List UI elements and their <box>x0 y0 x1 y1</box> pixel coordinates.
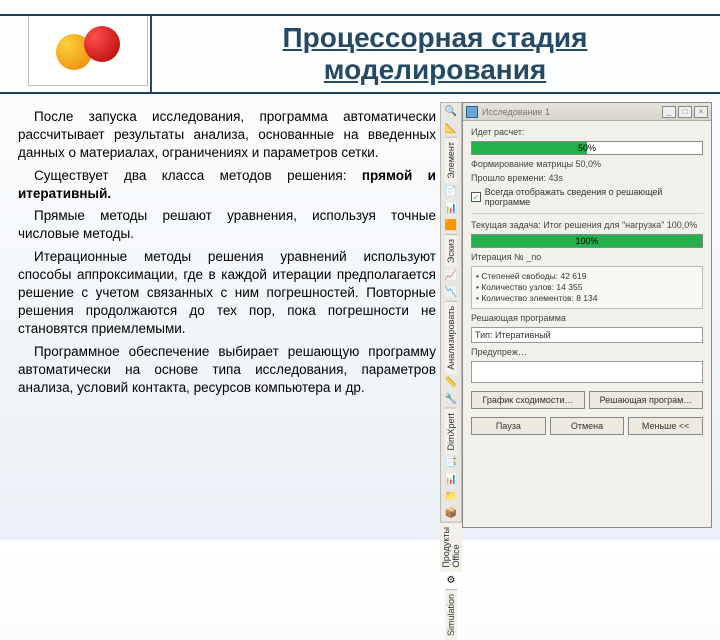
bar-icon[interactable]: 📊 <box>443 474 459 485</box>
vtool-element-label[interactable]: Элемент <box>445 137 457 183</box>
para-4: Итерационные методы решения уравнений ис… <box>18 248 436 339</box>
folder-icon[interactable]: 📁 <box>443 491 459 502</box>
dialog-title: Исследование 1 <box>482 107 550 117</box>
maximize-button[interactable]: □ <box>678 106 692 118</box>
progress-bar-1: 50% <box>471 141 703 155</box>
progress-bar-2: 100% <box>471 234 703 248</box>
geometry-icon[interactable]: 📐 <box>443 123 459 134</box>
solver-type-field: Тип: Итеративный <box>471 327 703 343</box>
sheet-icon[interactable]: 📑 <box>443 457 459 468</box>
always-show-label: Всегда отображать сведения о решающей пр… <box>485 187 703 207</box>
wrench-icon[interactable]: 🔧 <box>443 394 459 405</box>
package-icon[interactable]: 📦 <box>443 508 459 519</box>
graph-down-icon[interactable]: 📉 <box>443 287 459 298</box>
always-show-row[interactable]: ✓ Всегда отображать сведения о решающей … <box>471 187 703 207</box>
gear-icon[interactable]: ⚙ <box>443 575 459 586</box>
solver-heading: Решающая программа <box>471 313 703 323</box>
iteration-label: Итерация № _no <box>471 252 703 262</box>
convergence-graph-button[interactable]: График сходимости… <box>471 391 585 409</box>
solver-settings-button[interactable]: Решающая програм… <box>589 391 703 409</box>
dialog-body: Идет расчет: 50% Формирование матрицы 50… <box>463 121 711 527</box>
stat-elements: • Количество элементов: 8 134 <box>476 293 698 304</box>
task-label: Текущая задача: Итог решения для "нагруз… <box>471 220 703 230</box>
warnings-label: Предупреж… <box>471 347 703 357</box>
vtool-sketch-label[interactable]: Эскиз <box>445 234 457 267</box>
elapsed-label: Прошло времени: 43s <box>471 173 703 183</box>
vtool-element[interactable]: 🔍 📐 Элемент 📄 📊 🟧 Эскиз 📈 📉 Анализироват… <box>440 102 462 528</box>
progress-text-2: 100% <box>472 235 702 247</box>
cancel-button[interactable]: Отмена <box>550 417 625 435</box>
matrix-label: Формирование матрицы 50,0% <box>471 159 703 169</box>
doc-icon[interactable]: 📄 <box>443 186 459 197</box>
graph-up-icon[interactable]: 📈 <box>443 270 459 281</box>
vtool-dimxpert-label[interactable]: DimXpert <box>445 408 457 455</box>
solver-dialog: Исследование 1 _ □ × Идет расчет: 50% Фо… <box>462 102 712 528</box>
para-5: Программное обеспечение выбирает решающу… <box>18 343 436 398</box>
ruler-icon[interactable]: 📏 <box>443 377 459 388</box>
progress-text-1: 50% <box>472 142 702 154</box>
warnings-field <box>471 361 703 383</box>
slide-header: Процессорная стадия моделирования <box>0 14 720 94</box>
less-button[interactable]: Меньше << <box>628 417 703 435</box>
app-screenshot: 🔍 📐 Элемент 📄 📊 🟧 Эскиз 📈 📉 Анализироват… <box>440 102 712 528</box>
para-1: После запуска исследования, программа ав… <box>18 108 436 163</box>
solving-label: Идет расчет: <box>471 127 703 137</box>
vtool-office-label[interactable]: Продукты Office <box>440 522 462 572</box>
chart-icon[interactable]: 📊 <box>443 203 459 214</box>
stat-nodes: • Количество узлов: 14 355 <box>476 282 698 293</box>
block-icon[interactable]: 🟧 <box>443 220 459 231</box>
slide-title: Процессорная стадия моделирования <box>170 22 700 86</box>
dialog-icon <box>466 106 478 118</box>
vtool-analyze-label[interactable]: Анализировать <box>445 301 457 374</box>
pause-button[interactable]: Пауза <box>471 417 546 435</box>
dialog-titlebar[interactable]: Исследование 1 _ □ × <box>463 103 711 121</box>
para-3: Прямые методы решают уравнения, использу… <box>18 207 436 243</box>
para-2: Существует два класса методов решения: п… <box>18 167 436 203</box>
stats-box: • Степеней свободы: 42 619 • Количество … <box>471 266 703 309</box>
magnify-icon[interactable]: 🔍 <box>443 106 459 117</box>
close-button[interactable]: × <box>694 106 708 118</box>
slide-body: После запуска исследования, программа ав… <box>18 108 436 401</box>
vtool-simulation-label[interactable]: Simulation <box>445 589 457 640</box>
minimize-button[interactable]: _ <box>662 106 676 118</box>
stat-dof: • Степеней свободы: 42 619 <box>476 271 698 282</box>
vertical-toolbars: 🔍 📐 Элемент 📄 📊 🟧 Эскиз 📈 📉 Анализироват… <box>440 102 462 528</box>
checkbox-icon[interactable]: ✓ <box>471 192 481 202</box>
